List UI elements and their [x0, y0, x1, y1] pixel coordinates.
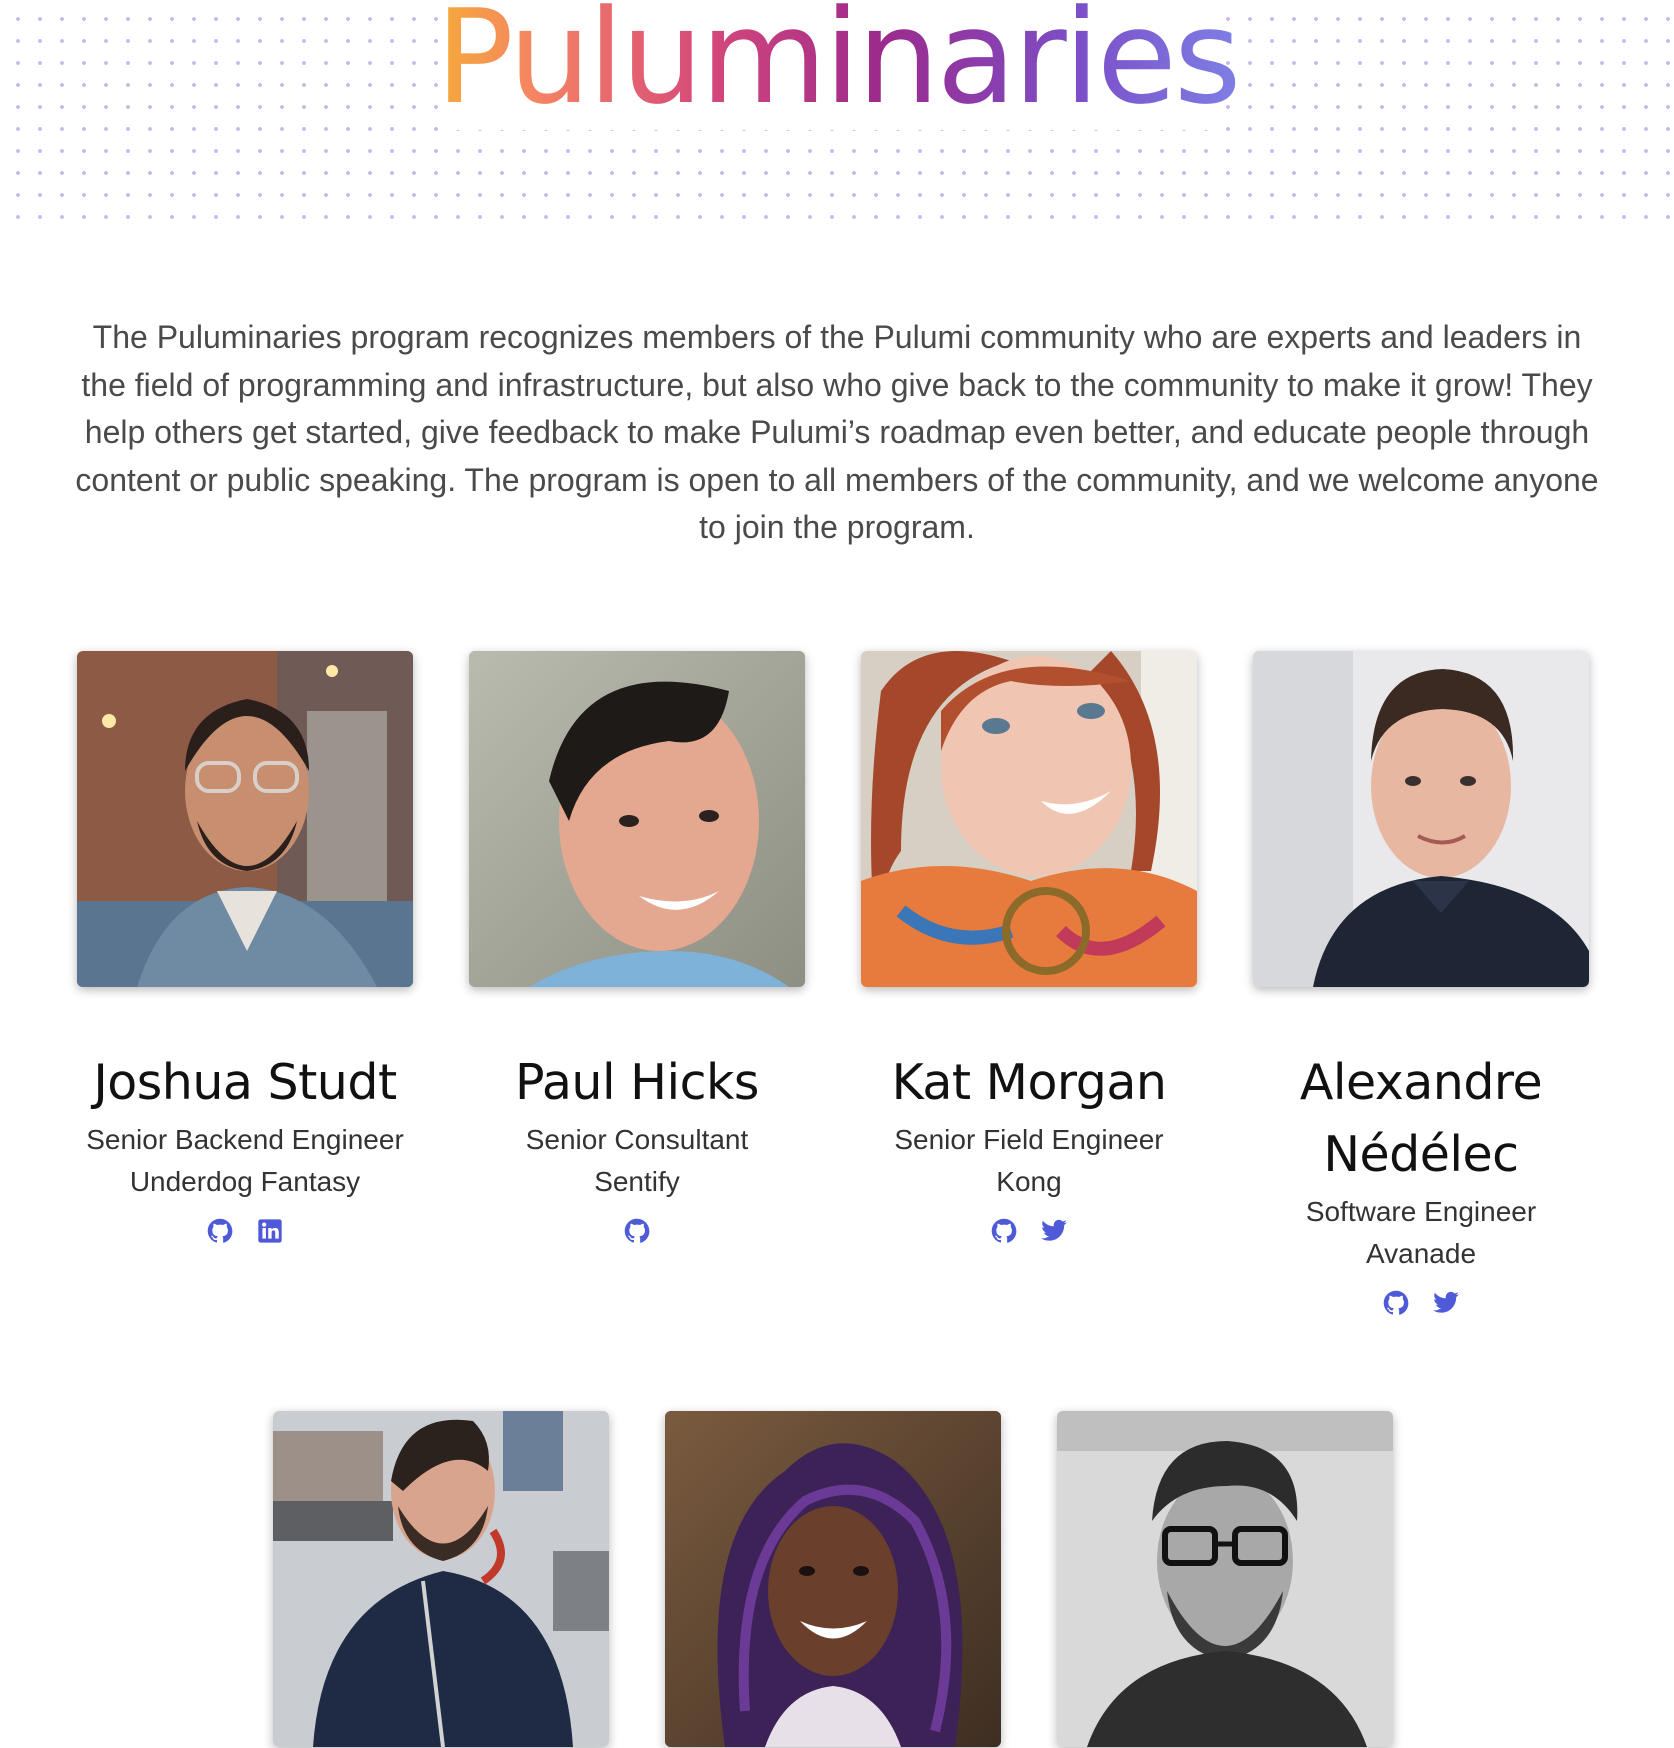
page-title: Puluminaries: [0, 0, 1674, 132]
member-name: Joshua Studt: [93, 1054, 397, 1111]
member-photo: [469, 651, 805, 987]
member-links: [469, 1217, 805, 1245]
member-card: [273, 1411, 609, 1747]
member-company: Underdog Fantasy: [129, 1166, 361, 1197]
member-links: [1253, 1289, 1589, 1317]
member-company: Kong: [996, 1166, 1062, 1197]
program-description: The Puluminaries program recognizes memb…: [75, 319, 1599, 545]
twitter-icon[interactable]: [1432, 1289, 1460, 1317]
member-photo: [77, 651, 413, 987]
twitter-icon[interactable]: [1040, 1217, 1068, 1245]
member-name: Paul Hicks: [515, 1054, 759, 1111]
linkedin-icon[interactable]: [256, 1217, 284, 1245]
member-card: Paul Hicks Senior Consultant Sentify: [469, 651, 805, 1245]
member-photo: [861, 651, 1197, 987]
member-links: [861, 1217, 1197, 1245]
member-photo: [1253, 651, 1589, 987]
member-card: [1057, 1411, 1393, 1747]
member-role: Senior Field Engineer: [894, 1124, 1164, 1155]
member-photo: [1057, 1411, 1393, 1747]
github-icon[interactable]: [206, 1217, 234, 1245]
member-photo: [273, 1411, 609, 1747]
member-company: Avanade: [1365, 1238, 1477, 1269]
member-role: Software Engineer: [1305, 1196, 1537, 1227]
member-role: Senior Backend Engineer: [86, 1124, 404, 1155]
member-card: Joshua Studt Senior Backend Engineer Und…: [77, 651, 413, 1245]
github-icon[interactable]: [990, 1217, 1018, 1245]
member-card: [665, 1411, 1001, 1747]
member-links: [77, 1217, 413, 1245]
member-name: Alexandre Nédélec: [1299, 1054, 1543, 1183]
member-card: Alexandre Nédélec Software Engineer Avan…: [1253, 651, 1589, 1317]
member-photo: [665, 1411, 1001, 1747]
member-card: Kat Morgan Senior Field Engineer Kong: [861, 651, 1197, 1245]
member-company: Sentify: [594, 1166, 680, 1197]
github-icon[interactable]: [623, 1217, 651, 1245]
member-name: Kat Morgan: [891, 1054, 1167, 1111]
member-role: Senior Consultant: [525, 1124, 749, 1155]
github-icon[interactable]: [1382, 1289, 1410, 1317]
